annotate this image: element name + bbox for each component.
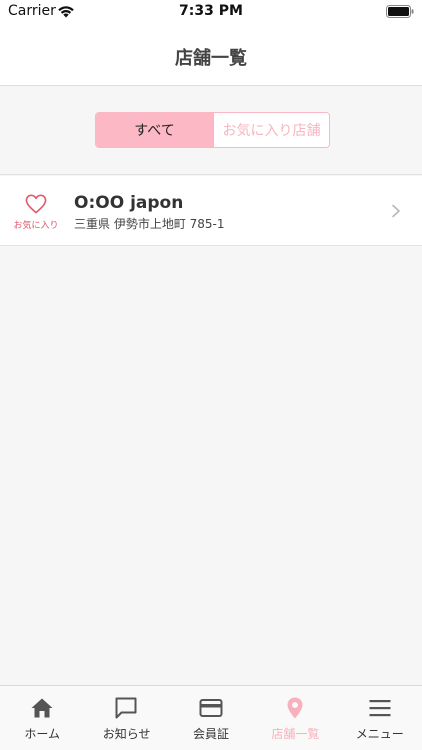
navigation-bar: 店舗一覧 <box>0 24 422 86</box>
tab-store-list-label: 店舗一覧 <box>271 727 320 741</box>
tab-news[interactable]: お知らせ <box>84 686 168 750</box>
store-list-item[interactable]: お気に入り O:OO japon 三重県 伊勢市上地町 785-1 <box>0 176 422 246</box>
segment-favorites[interactable]: お気に入り店舗 <box>213 113 329 147</box>
store-list-screen: Carrier 7:33 PM 店舗一覧 すべて お気に入り店舗 お気に入り O… <box>0 0 422 750</box>
speech-bubble-icon <box>115 697 137 719</box>
map-pin-icon <box>287 697 303 719</box>
segment-all[interactable]: すべて <box>96 113 213 147</box>
battery-icon <box>386 5 414 18</box>
home-icon <box>31 698 53 718</box>
status-bar: Carrier 7:33 PM <box>0 0 422 24</box>
tab-menu[interactable]: メニュー <box>338 686 422 750</box>
tab-home[interactable]: ホーム <box>0 686 84 750</box>
favorite-label: お気に入り <box>13 221 59 231</box>
heart-icon <box>25 194 47 214</box>
tab-news-label: お知らせ <box>102 727 151 741</box>
filter-area: すべて お気に入り店舗 <box>0 87 422 175</box>
favorite-toggle[interactable]: お気に入り <box>8 194 66 234</box>
clock-time: 7:33 PM <box>179 3 243 19</box>
store-filter-segment: すべて お気に入り店舗 <box>95 112 330 148</box>
tab-bar: ホーム お知らせ 会員証 店舗一覧 メニュー <box>0 685 422 750</box>
membership-card-icon <box>199 699 223 717</box>
tab-home-label: ホーム <box>24 727 61 741</box>
store-name: O:OO japon <box>74 193 184 213</box>
page-title: 店舗一覧 <box>175 48 247 69</box>
tab-membership-card[interactable]: 会員証 <box>169 686 253 750</box>
store-address: 三重県 伊勢市上地町 785-1 <box>74 217 225 231</box>
tab-membership-card-label: 会員証 <box>192 727 229 741</box>
hamburger-menu-icon <box>369 700 391 717</box>
chevron-right-icon <box>392 204 400 218</box>
tab-store-list[interactable]: 店舗一覧 <box>253 686 337 750</box>
tab-menu-label: メニュー <box>355 727 404 741</box>
